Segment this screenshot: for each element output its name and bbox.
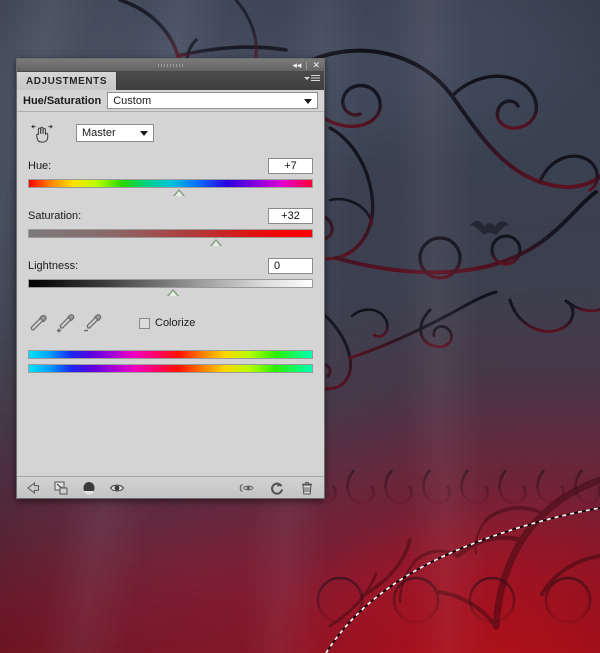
titlebar-divider: [306, 61, 308, 70]
lightness-value-input[interactable]: 0: [268, 257, 313, 274]
saturation-label: Saturation:: [28, 209, 82, 222]
eyedropper-sample-icon[interactable]: [28, 313, 50, 333]
hue-strips: [28, 350, 313, 373]
saturation-slider-block: Saturation: +32: [28, 207, 313, 246]
hue-slider-block: Hue: +7: [28, 157, 313, 196]
scrubby-hand-icon[interactable]: [31, 123, 53, 143]
menu-lines-icon: [311, 75, 320, 82]
preset-select-value: Custom: [113, 94, 152, 107]
adjustment-title: Hue/Saturation: [23, 94, 102, 107]
chevron-down-icon: [304, 98, 312, 104]
photoshop-document-canvas: ◂◂ ✕ ADJUSTMENTS Hue/Saturation Custom M…: [0, 0, 600, 653]
eyedropper-add-icon[interactable]: [55, 313, 77, 333]
hue-value-input[interactable]: +7: [268, 157, 313, 174]
channel-select-value: Master: [82, 127, 116, 139]
adjusted-hue-strip: [28, 350, 313, 359]
adjustments-panel[interactable]: ◂◂ ✕ ADJUSTMENTS Hue/Saturation Custom M…: [16, 58, 325, 499]
reset-arrow-icon[interactable]: [269, 480, 285, 496]
back-arrow-icon[interactable]: [25, 480, 41, 496]
lightness-slider-head: Lightness: 0: [28, 257, 313, 274]
panel-tabstrip: ADJUSTMENTS: [17, 72, 324, 90]
lightness-track-wrap[interactable]: [28, 279, 313, 296]
saturation-value-input[interactable]: +32: [268, 207, 313, 224]
saturation-track-wrap[interactable]: [28, 229, 313, 246]
hue-label: Hue:: [28, 159, 52, 172]
source-hue-strip[interactable]: [28, 364, 313, 373]
saturation-track[interactable]: [28, 229, 313, 238]
hue-track[interactable]: [28, 179, 313, 188]
colorize-checkbox-box[interactable]: [139, 317, 150, 329]
eyedropper-subtract-icon[interactable]: [82, 313, 104, 333]
preset-select[interactable]: Custom: [107, 92, 318, 109]
lightness-track[interactable]: [28, 279, 313, 288]
half-circle-icon[interactable]: [81, 480, 97, 496]
channel-row: Master: [28, 122, 313, 144]
titlebar-buttons: ◂◂ ✕: [292, 59, 320, 72]
lightness-label: Lightness:: [28, 259, 79, 272]
panel-footer-toolbar: [17, 476, 324, 498]
hue-slider-thumb[interactable]: [173, 189, 186, 196]
chevron-down-icon: [140, 131, 148, 136]
preview-eye-icon[interactable]: [239, 480, 255, 496]
panel-menu-icon[interactable]: [304, 75, 320, 82]
channel-select[interactable]: Master: [76, 124, 154, 142]
tool-row: Colorize: [28, 312, 313, 334]
tab-adjustments[interactable]: ADJUSTMENTS: [17, 72, 118, 90]
saturation-slider-thumb[interactable]: [210, 239, 223, 246]
collapse-icon[interactable]: ◂◂: [292, 61, 301, 70]
chevron-down-icon: [304, 77, 310, 80]
hue-slider-head: Hue: +7: [28, 157, 313, 174]
lightness-slider-thumb[interactable]: [167, 289, 180, 296]
eye-icon[interactable]: [109, 480, 125, 496]
colorize-checkbox[interactable]: Colorize: [139, 317, 195, 329]
footer-left-buttons: [17, 480, 125, 496]
close-icon[interactable]: ✕: [312, 61, 320, 70]
drag-grip-icon[interactable]: [157, 64, 184, 67]
preset-row: Hue/Saturation Custom: [17, 90, 324, 112]
clip-to-layer-icon[interactable]: [53, 480, 69, 496]
footer-right-buttons: [239, 480, 324, 496]
trash-icon[interactable]: [299, 480, 315, 496]
hue-track-wrap[interactable]: [28, 179, 313, 196]
lightness-slider-block: Lightness: 0: [28, 257, 313, 296]
saturation-slider-head: Saturation: +32: [28, 207, 313, 224]
colorize-label: Colorize: [155, 317, 196, 329]
panel-body: Master Hue: +7 Saturation: +32 Lightness…: [17, 112, 324, 334]
panel-titlebar[interactable]: ◂◂ ✕: [17, 59, 324, 72]
